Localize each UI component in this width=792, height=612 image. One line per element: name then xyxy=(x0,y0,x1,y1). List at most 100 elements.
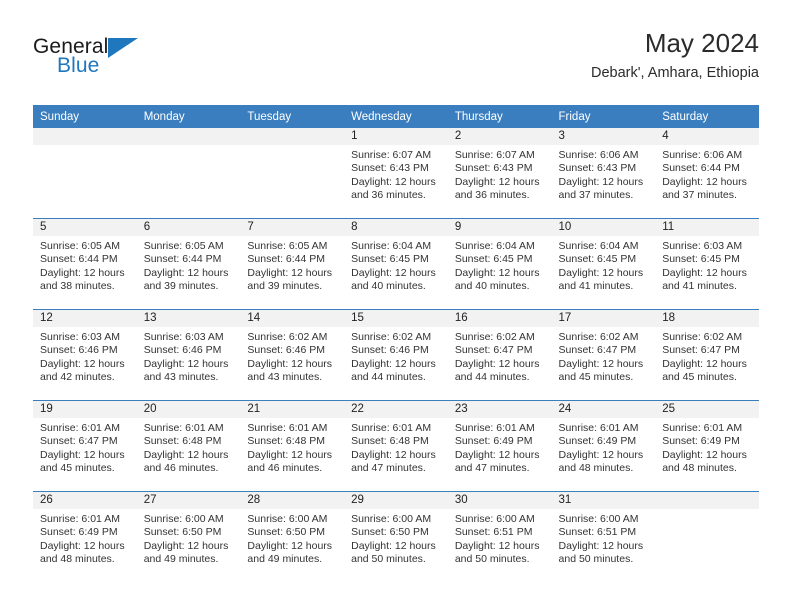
day-cell-inner xyxy=(655,492,759,582)
weekday-header-friday: Friday xyxy=(551,105,656,128)
calendar-day-cell[interactable]: 13 Sunrise: 6:03 AM Sunset: 6:46 PM Dayligh… xyxy=(136,309,241,401)
calendar-day-cell[interactable]: 31 Sunrise: 6:00 AM Sunset: 6:51 PM Dayligh… xyxy=(551,491,656,582)
daylight-duration-line1: Daylight: 12 hours xyxy=(143,539,229,552)
day-cell-inner: 24 Sunrise: 6:01 AM Sunset: 6:49 PM Dayligh… xyxy=(551,401,656,491)
calendar-week-row: 19 Sunrise: 6:01 AM Sunset: 6:47 PM Dayligh… xyxy=(33,400,759,492)
day-cell-inner: 3 Sunrise: 6:06 AM Sunset: 6:43 PM Daylight… xyxy=(551,128,656,218)
sunrise-time: Sunrise: 6:01 AM xyxy=(662,422,743,434)
calendar-day-cell[interactable]: 20 Sunrise: 6:01 AM Sunset: 6:48 PM Dayligh… xyxy=(136,400,241,492)
calendar-day-cell[interactable]: 11 Sunrise: 6:03 AM Sunset: 6:45 PM Dayligh… xyxy=(655,218,759,310)
day-cell-inner xyxy=(33,128,137,218)
calendar-day-cell[interactable]: 28 Sunrise: 6:00 AM Sunset: 6:50 PM Dayligh… xyxy=(240,491,345,582)
calendar-day-cell[interactable]: 22 Sunrise: 6:01 AM Sunset: 6:48 PM Dayligh… xyxy=(344,400,448,492)
brand-logo[interactable]: General Blue xyxy=(33,35,163,87)
daylight-duration-line1: Daylight: 12 hours xyxy=(351,539,436,552)
day-cell-inner: 26 Sunrise: 6:01 AM Sunset: 6:49 PM Dayligh… xyxy=(33,492,137,582)
calendar-day-cell[interactable]: 7 Sunrise: 6:05 AM Sunset: 6:44 PM Daylight… xyxy=(240,218,345,310)
daylight-duration-line1: Daylight: 12 hours xyxy=(662,357,747,370)
day-number: 12 xyxy=(33,310,137,327)
calendar-day-cell[interactable]: 12 Sunrise: 6:03 AM Sunset: 6:46 PM Dayligh… xyxy=(33,309,137,401)
daylight-duration-line1: Daylight: 12 hours xyxy=(558,357,644,370)
calendar-day-cell[interactable]: 17 Sunrise: 6:02 AM Sunset: 6:47 PM Dayligh… xyxy=(551,309,656,401)
daylight-duration-line2: and 43 minutes. xyxy=(143,370,219,383)
sunrise-time: Sunrise: 6:02 AM xyxy=(558,331,639,343)
calendar-grid: Sunday Monday Tuesday Wednesday Thursday… xyxy=(33,105,759,582)
calendar-day-cell[interactable]: 4 Sunrise: 6:06 AM Sunset: 6:44 PM Daylight… xyxy=(655,128,759,219)
daylight-duration-line1: Daylight: 12 hours xyxy=(454,175,540,188)
calendar-day-cell[interactable]: 21 Sunrise: 6:01 AM Sunset: 6:48 PM Dayligh… xyxy=(240,400,345,492)
calendar-day-cell[interactable]: 14 Sunrise: 6:02 AM Sunset: 6:46 PM Dayligh… xyxy=(240,309,345,401)
daylight-duration-line1: Daylight: 12 hours xyxy=(558,539,644,552)
calendar-day-cell[interactable]: 30 Sunrise: 6:00 AM Sunset: 6:51 PM Dayligh… xyxy=(447,491,552,582)
sunset-time: Sunset: 6:49 PM xyxy=(454,435,533,448)
day-number: 19 xyxy=(33,401,137,418)
day-details: Sunrise: 6:00 AM Sunset: 6:50 PM Daylight:… xyxy=(137,509,241,566)
calendar-day-cell[interactable]: 10 Sunrise: 6:04 AM Sunset: 6:45 PM Dayligh… xyxy=(551,218,656,310)
calendar-day-cell[interactable]: 3 Sunrise: 6:06 AM Sunset: 6:43 PM Daylight… xyxy=(551,128,656,219)
sunset-time: Sunset: 6:45 PM xyxy=(662,253,740,266)
calendar-day-cell[interactable]: 18 Sunrise: 6:02 AM Sunset: 6:47 PM Dayligh… xyxy=(655,309,759,401)
sunrise-time: Sunrise: 6:05 AM xyxy=(143,240,224,252)
calendar-day-cell[interactable]: 16 Sunrise: 6:02 AM Sunset: 6:47 PM Dayligh… xyxy=(447,309,552,401)
calendar-cell-empty xyxy=(33,128,137,219)
calendar-day-cell[interactable]: 19 Sunrise: 6:01 AM Sunset: 6:47 PM Dayligh… xyxy=(33,400,137,492)
calendar-week-row: 5 Sunrise: 6:05 AM Sunset: 6:44 PM Daylight… xyxy=(33,218,759,310)
day-number: 3 xyxy=(551,128,656,145)
calendar-day-cell[interactable]: 26 Sunrise: 6:01 AM Sunset: 6:49 PM Dayligh… xyxy=(33,491,137,582)
calendar-day-cell[interactable]: 9 Sunrise: 6:04 AM Sunset: 6:45 PM Daylight… xyxy=(447,218,552,310)
day-number: 7 xyxy=(240,219,345,236)
day-details: Sunrise: 6:02 AM Sunset: 6:47 PM Daylight:… xyxy=(552,327,656,384)
daylight-duration-line2: and 50 minutes. xyxy=(454,552,530,565)
daylight-duration-line1: Daylight: 12 hours xyxy=(247,539,333,552)
calendar-day-cell[interactable]: 24 Sunrise: 6:01 AM Sunset: 6:49 PM Dayligh… xyxy=(551,400,656,492)
daylight-duration-line1: Daylight: 12 hours xyxy=(40,266,125,279)
calendar-day-cell[interactable]: 15 Sunrise: 6:02 AM Sunset: 6:46 PM Dayligh… xyxy=(344,309,448,401)
daylight-duration-line1: Daylight: 12 hours xyxy=(351,357,436,370)
day-details: Sunrise: 6:02 AM Sunset: 6:47 PM Daylight:… xyxy=(448,327,552,384)
calendar-day-cell[interactable]: 29 Sunrise: 6:00 AM Sunset: 6:50 PM Dayligh… xyxy=(344,491,448,582)
day-cell-inner: 14 Sunrise: 6:02 AM Sunset: 6:46 PM Dayligh… xyxy=(240,310,345,400)
daylight-duration-line1: Daylight: 12 hours xyxy=(558,175,644,188)
day-details: Sunrise: 6:02 AM Sunset: 6:46 PM Daylight:… xyxy=(344,327,448,384)
calendar-day-cell[interactable]: 27 Sunrise: 6:00 AM Sunset: 6:50 PM Dayligh… xyxy=(136,491,241,582)
day-details: Sunrise: 6:00 AM Sunset: 6:50 PM Daylight:… xyxy=(240,509,344,566)
calendar-day-cell[interactable]: 25 Sunrise: 6:01 AM Sunset: 6:49 PM Dayligh… xyxy=(655,400,759,492)
sunrise-time: Sunrise: 6:02 AM xyxy=(351,331,432,343)
daylight-duration-line1: Daylight: 12 hours xyxy=(40,539,125,552)
sunset-time: Sunset: 6:44 PM xyxy=(247,253,326,266)
calendar-day-cell[interactable]: 8 Sunrise: 6:04 AM Sunset: 6:45 PM Daylight… xyxy=(344,218,448,310)
sunset-time: Sunset: 6:46 PM xyxy=(143,344,222,357)
daylight-duration-line2: and 49 minutes. xyxy=(247,552,323,565)
daylight-duration-line2: and 47 minutes. xyxy=(351,461,426,474)
daylight-duration-line2: and 45 minutes. xyxy=(662,370,737,383)
calendar-day-cell[interactable]: 2 Sunrise: 6:07 AM Sunset: 6:43 PM Daylight… xyxy=(447,128,552,219)
weekday-header-thursday: Thursday xyxy=(447,105,552,128)
sunrise-time: Sunrise: 6:01 AM xyxy=(454,422,535,434)
calendar-week-row: 1 Sunrise: 6:07 AM Sunset: 6:43 PM Daylight… xyxy=(33,128,759,219)
page-header: General Blue May 2024 Debark', Amhara, E… xyxy=(33,27,759,99)
sunset-time: Sunset: 6:43 PM xyxy=(351,162,429,175)
day-cell-inner: 16 Sunrise: 6:02 AM Sunset: 6:47 PM Dayligh… xyxy=(447,310,552,400)
day-number: 27 xyxy=(136,492,241,509)
sunset-time: Sunset: 6:44 PM xyxy=(40,253,118,266)
daylight-duration-line2: and 41 minutes. xyxy=(662,279,737,292)
weekday-header-monday: Monday xyxy=(136,105,241,128)
sunset-time: Sunset: 6:45 PM xyxy=(454,253,533,266)
calendar-day-cell[interactable]: 1 Sunrise: 6:07 AM Sunset: 6:43 PM Daylight… xyxy=(344,128,448,219)
day-number: 18 xyxy=(655,310,759,327)
daylight-duration-line1: Daylight: 12 hours xyxy=(247,266,333,279)
sunrise-time: Sunrise: 6:00 AM xyxy=(558,513,639,525)
day-cell-inner: 22 Sunrise: 6:01 AM Sunset: 6:48 PM Dayligh… xyxy=(344,401,448,491)
daylight-duration-line1: Daylight: 12 hours xyxy=(143,448,229,461)
calendar-day-cell[interactable]: 5 Sunrise: 6:05 AM Sunset: 6:44 PM Daylight… xyxy=(33,218,137,310)
calendar-day-cell[interactable]: 23 Sunrise: 6:01 AM Sunset: 6:49 PM Dayligh… xyxy=(447,400,552,492)
sunrise-time: Sunrise: 6:01 AM xyxy=(40,422,120,434)
sunrise-time: Sunrise: 6:02 AM xyxy=(454,331,535,343)
day-cell-inner: 25 Sunrise: 6:01 AM Sunset: 6:49 PM Dayligh… xyxy=(655,401,759,491)
daylight-duration-line2: and 38 minutes. xyxy=(40,279,115,292)
day-cell-inner: 8 Sunrise: 6:04 AM Sunset: 6:45 PM Daylight… xyxy=(344,219,448,309)
calendar-day-cell[interactable]: 6 Sunrise: 6:05 AM Sunset: 6:44 PM Daylight… xyxy=(136,218,241,310)
daylight-duration-line1: Daylight: 12 hours xyxy=(143,357,229,370)
day-number: 4 xyxy=(655,128,759,145)
sunrise-time: Sunrise: 6:05 AM xyxy=(40,240,120,252)
